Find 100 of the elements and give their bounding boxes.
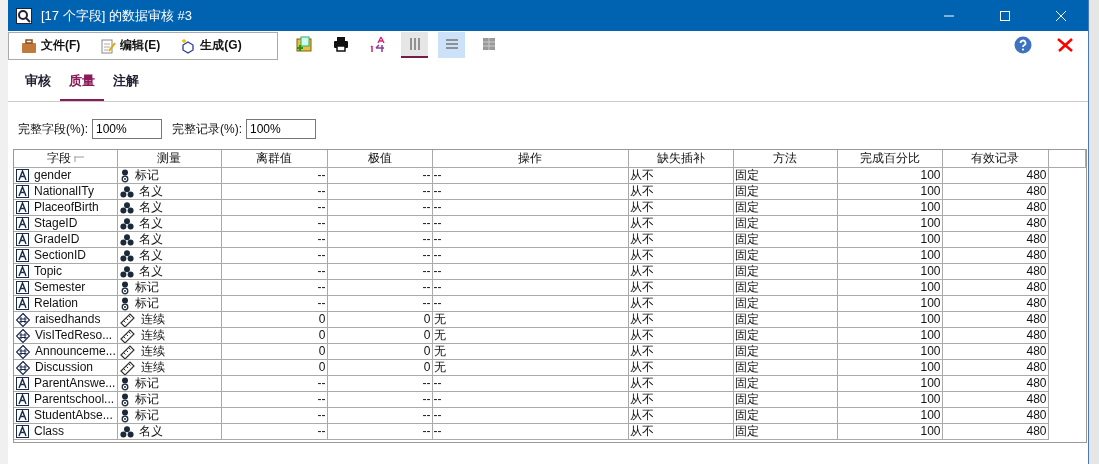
table-cell: 100 [837, 199, 942, 216]
input-field[interactable]: 100% [92, 119, 162, 139]
table-cell: StageID [14, 215, 117, 232]
table-cell: -- [327, 263, 432, 280]
table-cell: 连续 [117, 327, 221, 344]
tab[interactable]: 注解 [104, 70, 148, 101]
table-cell: -- [432, 391, 628, 408]
table-cell: 480 [942, 167, 1048, 184]
table-cell: 固定 [733, 311, 837, 328]
column-header[interactable]: 离群值 [221, 150, 327, 168]
field-label: 完整字段(%): [18, 120, 88, 138]
tab[interactable]: 审核 [16, 70, 60, 101]
table-cell: 480 [942, 391, 1048, 408]
table-cell: -- [221, 375, 327, 392]
string-type-icon [16, 377, 29, 390]
table-cell: -- [221, 247, 327, 264]
sort-indicator-icon [73, 155, 84, 162]
table-cell: -- [327, 183, 432, 200]
table-cell: -- [221, 167, 327, 184]
table-cell: 固定 [733, 279, 837, 296]
table-cell: 连续 [117, 311, 221, 328]
string-type-icon [16, 249, 29, 262]
table-cell: 从不 [628, 231, 733, 248]
table-cell: 无 [432, 311, 628, 328]
row-view-button[interactable] [438, 32, 465, 58]
table-cell: -- [432, 423, 628, 440]
table-cell: 标记 [117, 295, 221, 312]
table-cell: GradeID [14, 231, 117, 248]
string-type-icon [16, 185, 29, 198]
nominal-measure-icon [119, 201, 134, 214]
table-cell: -- [432, 375, 628, 392]
column-header[interactable]: 有效记录 [942, 150, 1048, 168]
column-view-button[interactable] [401, 32, 428, 58]
sparkle-hexagon-icon [180, 37, 197, 54]
string-type-icon [16, 233, 29, 246]
tab[interactable]: 质量 [60, 70, 104, 101]
rows-icon [443, 36, 460, 52]
table-cell: -- [221, 279, 327, 296]
table-cell: 0 [221, 359, 327, 376]
table-cell: 从不 [628, 423, 733, 440]
table-cell: 从不 [628, 343, 733, 360]
ruler-icon [119, 360, 136, 375]
column-header[interactable]: 测量 [117, 150, 221, 168]
menu-button[interactable]: 生成(G) [168, 33, 250, 58]
table-cell: 100 [837, 183, 942, 200]
table-cell: 100 [837, 295, 942, 312]
table-cell: 固定 [733, 231, 837, 248]
string-type-icon [16, 217, 29, 230]
menu-button[interactable]: 文件(F) [9, 33, 89, 58]
table-cell: 固定 [733, 183, 837, 200]
table-cell: -- [327, 279, 432, 296]
table-cell: -- [327, 199, 432, 216]
table-cell: 480 [942, 407, 1048, 424]
table-cell: 无 [432, 343, 628, 360]
close-icon[interactable] [1057, 38, 1073, 52]
table-cell: -- [327, 375, 432, 392]
table-cell: 0 [221, 311, 327, 328]
string-type-icon [16, 281, 29, 294]
table-cell: 从不 [628, 407, 733, 424]
column-header[interactable]: 方法 [733, 150, 837, 168]
table-cell: 0 [327, 327, 432, 344]
maximize-icon[interactable] [999, 9, 1011, 22]
table-cell: 从不 [628, 167, 733, 184]
help-icon[interactable] [1014, 36, 1032, 54]
table-cell: 0 [221, 343, 327, 360]
nominal-measure-icon [119, 185, 134, 198]
table-cell: -- [221, 295, 327, 312]
grid-icon [480, 36, 497, 52]
table-cell: 100 [837, 407, 942, 424]
table-cell: 标记 [117, 279, 221, 296]
table-cell: 100 [837, 215, 942, 232]
column-header[interactable]: 极值 [327, 150, 432, 168]
column-header[interactable]: 完成百分比 [837, 150, 942, 168]
table-cell: -- [327, 407, 432, 424]
table-cell: 固定 [733, 407, 837, 424]
table-cell: Topic [14, 263, 117, 280]
column-header[interactable]: 操作 [432, 150, 628, 168]
menu-button[interactable]: 编辑(E) [88, 33, 169, 58]
table-cell: 名义 [117, 423, 221, 440]
table-cell: 固定 [733, 375, 837, 392]
table-cell: 100 [837, 423, 942, 440]
table-cell: -- [221, 423, 327, 440]
table-cell: 标记 [117, 391, 221, 408]
table-cell: NationalITy [14, 183, 117, 200]
string-type-icon [16, 201, 29, 214]
table-cell: 从不 [628, 375, 733, 392]
table-cell: 从不 [628, 359, 733, 376]
table-cell: 480 [942, 295, 1048, 312]
table-cell: 480 [942, 231, 1048, 248]
table-cell: -- [327, 215, 432, 232]
nominal-measure-icon [119, 249, 134, 262]
table-cell: 从不 [628, 311, 733, 328]
column-header[interactable]: 缺失插补 [628, 150, 733, 168]
flag-measure-icon [119, 376, 130, 391]
column-header[interactable]: 字段 [14, 150, 117, 168]
table-cell: -- [221, 215, 327, 232]
table-cell: -- [221, 263, 327, 280]
flag-measure-icon [119, 296, 130, 311]
input-field[interactable]: 100% [246, 119, 316, 139]
table-cell: 无 [432, 359, 628, 376]
